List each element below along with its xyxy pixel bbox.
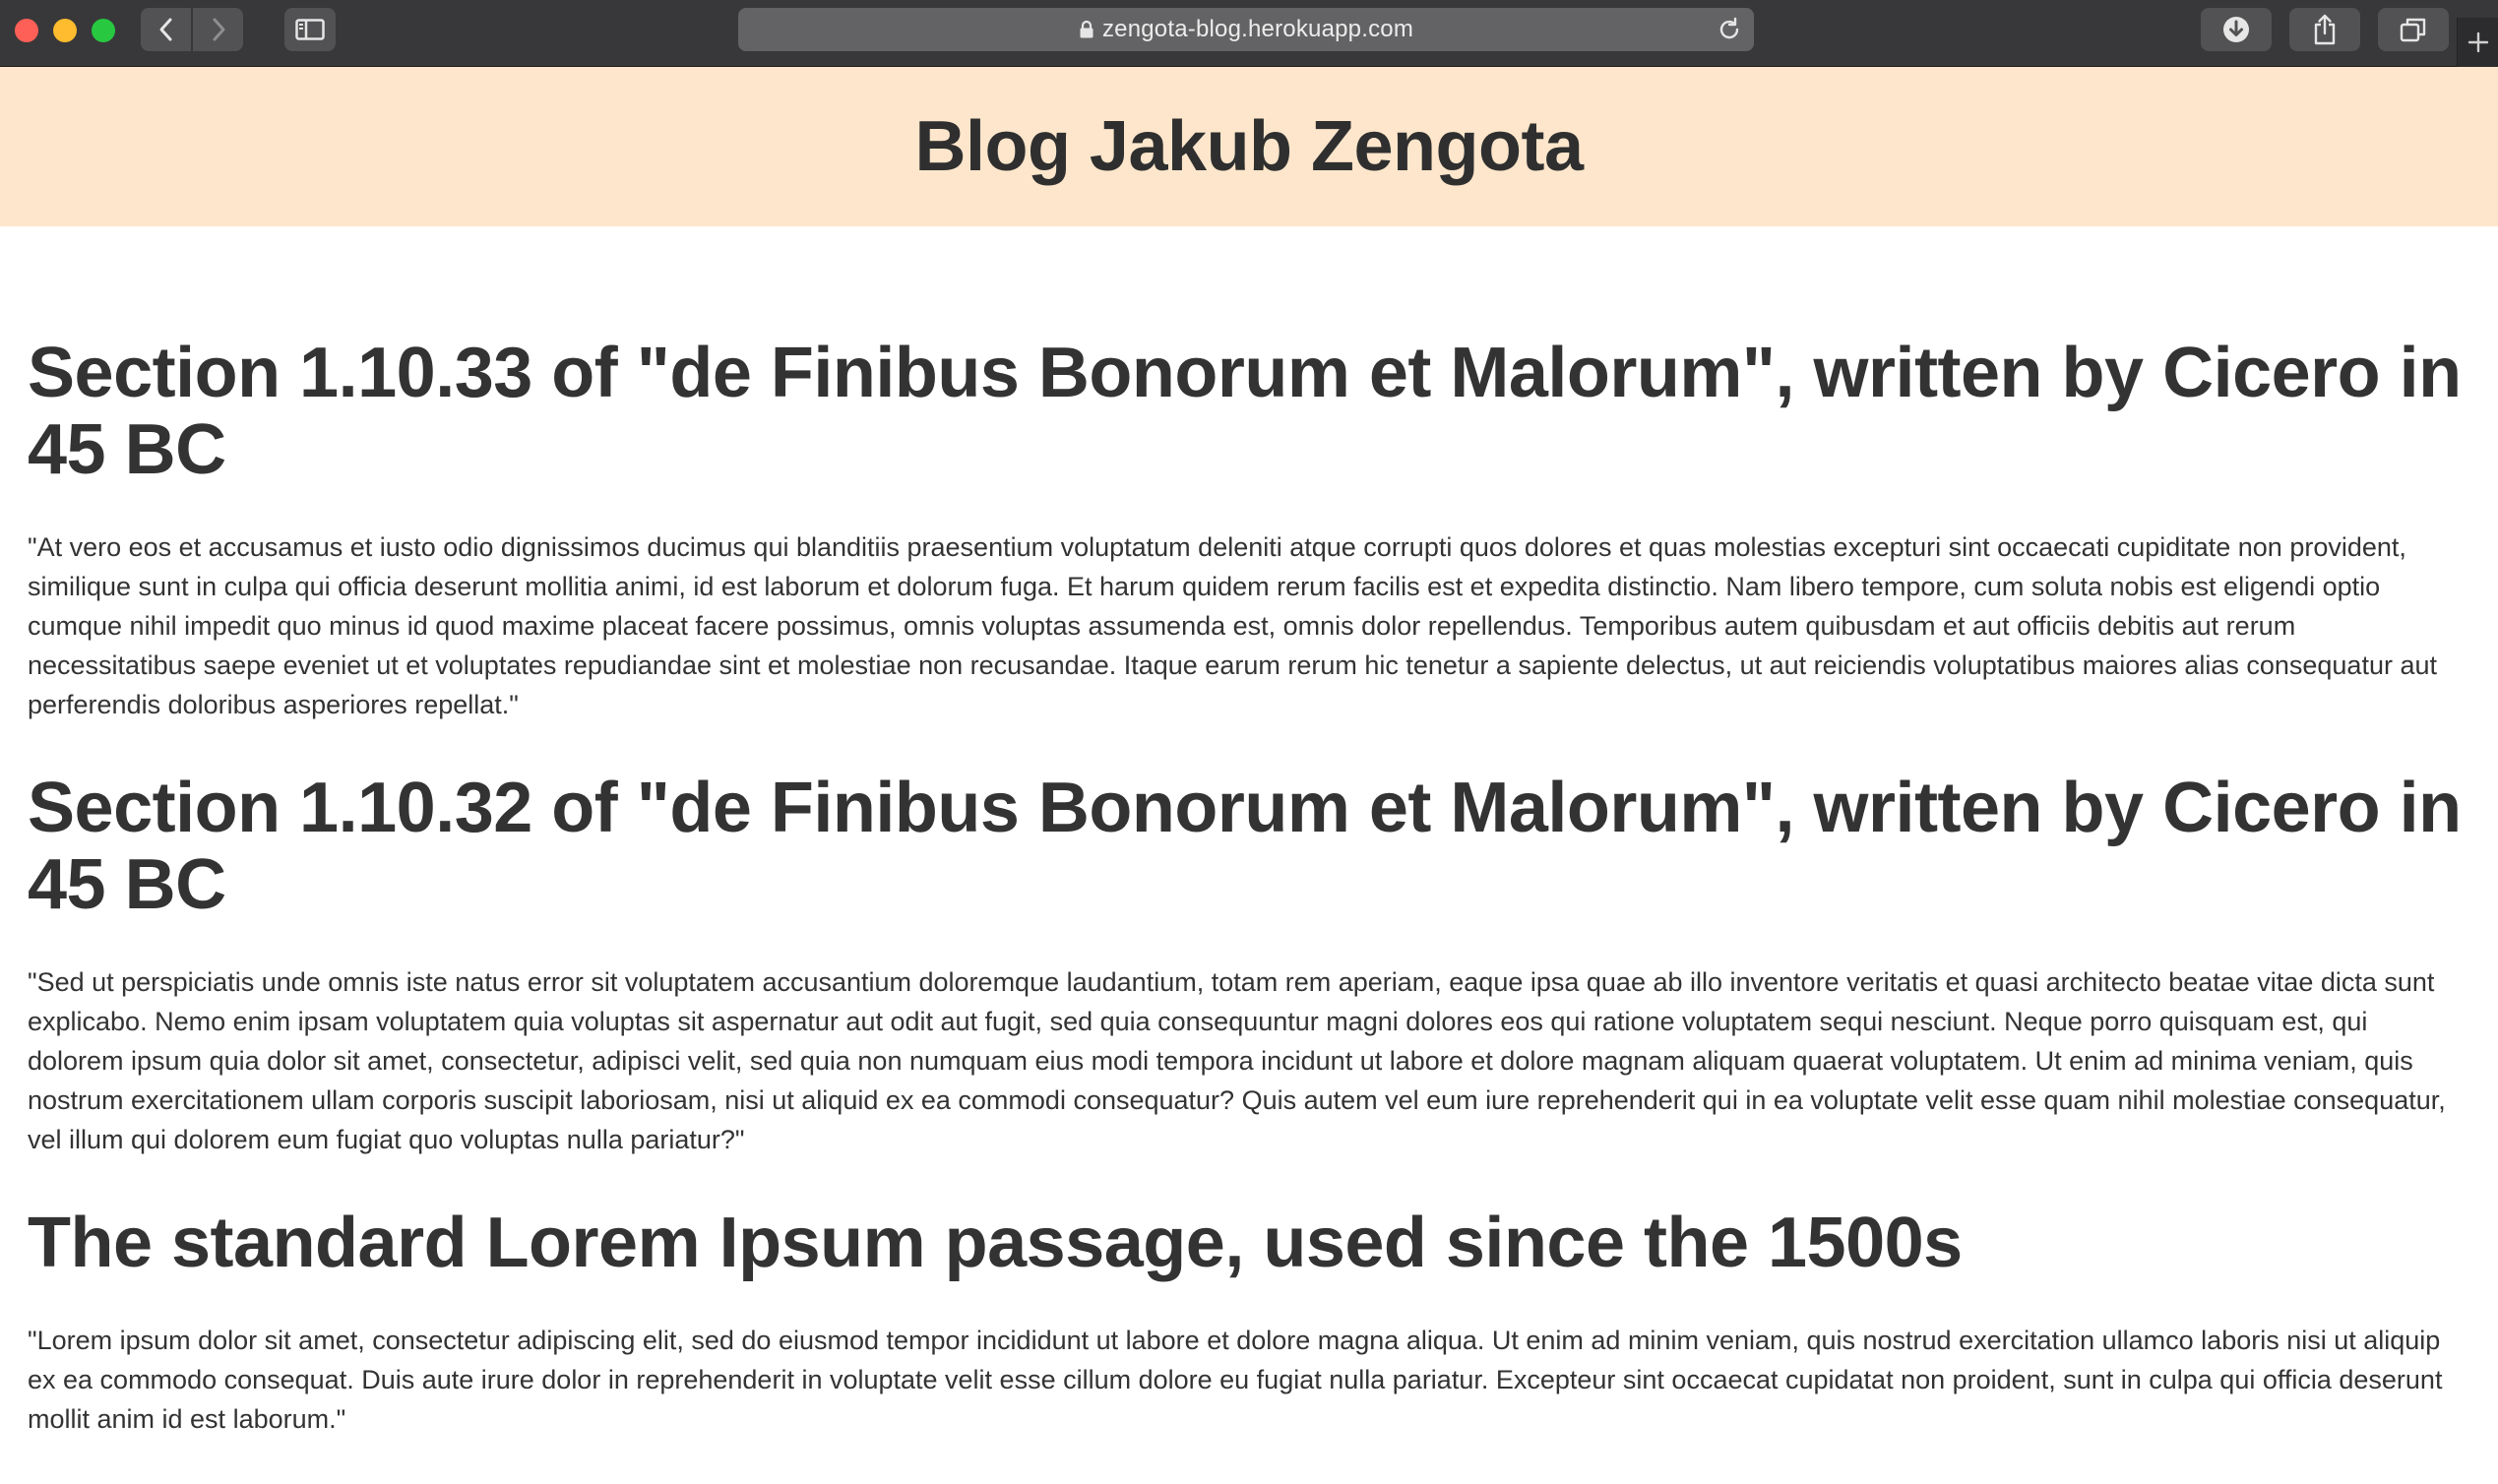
tabs-icon xyxy=(2400,18,2426,42)
post-body: "Lorem ipsum dolor sit amet, consectetur… xyxy=(28,1326,2443,1434)
site-header: Blog Jakub Zengota xyxy=(0,67,2498,226)
back-button[interactable] xyxy=(141,8,191,51)
forward-icon xyxy=(213,18,224,41)
post-item: Section 1.10.33 of "de Finibus Bonorum e… xyxy=(28,335,2468,724)
post-title: Section 1.10.33 of "de Finibus Bonorum e… xyxy=(28,334,2462,489)
lock-icon xyxy=(1079,20,1094,39)
minimize-window-button[interactable] xyxy=(53,19,77,42)
address-bar[interactable]: zengota-blog.herokuapp.com xyxy=(738,8,1754,51)
post-title: The standard Lorem Ipsum passage, used s… xyxy=(28,1204,1963,1282)
reload-button[interactable] xyxy=(1717,17,1742,47)
browser-toolbar: zengota-blog.herokuapp.com xyxy=(0,0,2498,67)
download-icon xyxy=(2223,17,2249,42)
post-body: "Sed ut perspiciatis unde omnis iste nat… xyxy=(28,967,2446,1154)
share-button[interactable] xyxy=(2289,8,2360,51)
tab-overview-button[interactable] xyxy=(2378,8,2449,51)
zoom-window-button[interactable] xyxy=(92,19,115,42)
sidebar-icon xyxy=(295,19,325,40)
plus-icon xyxy=(2467,31,2489,53)
post-list: Section 1.10.33 of "de Finibus Bonorum e… xyxy=(28,335,2468,1484)
site-title: Blog Jakub Zengota xyxy=(914,107,1584,186)
share-icon xyxy=(2314,14,2336,45)
sidebar-button[interactable] xyxy=(284,8,336,51)
downloads-button[interactable] xyxy=(2201,8,2272,51)
back-icon xyxy=(159,18,171,41)
new-tab-button[interactable] xyxy=(2457,18,2498,67)
reload-icon xyxy=(1719,17,1739,39)
post-item: The standard Lorem Ipsum passage, used s… xyxy=(28,1205,2468,1439)
post-body: "At vero eos et accusamus et iusto odio … xyxy=(28,532,2437,719)
post-title: Section 1.10.32 of "de Finibus Bonorum e… xyxy=(28,769,2462,924)
url-text: zengota-blog.herokuapp.com xyxy=(1101,16,1414,42)
post-item: Section 1.10.32 of "de Finibus Bonorum e… xyxy=(28,770,2468,1159)
close-window-button[interactable] xyxy=(15,19,38,42)
forward-button[interactable] xyxy=(191,8,243,51)
navigation-buttons xyxy=(141,8,243,51)
